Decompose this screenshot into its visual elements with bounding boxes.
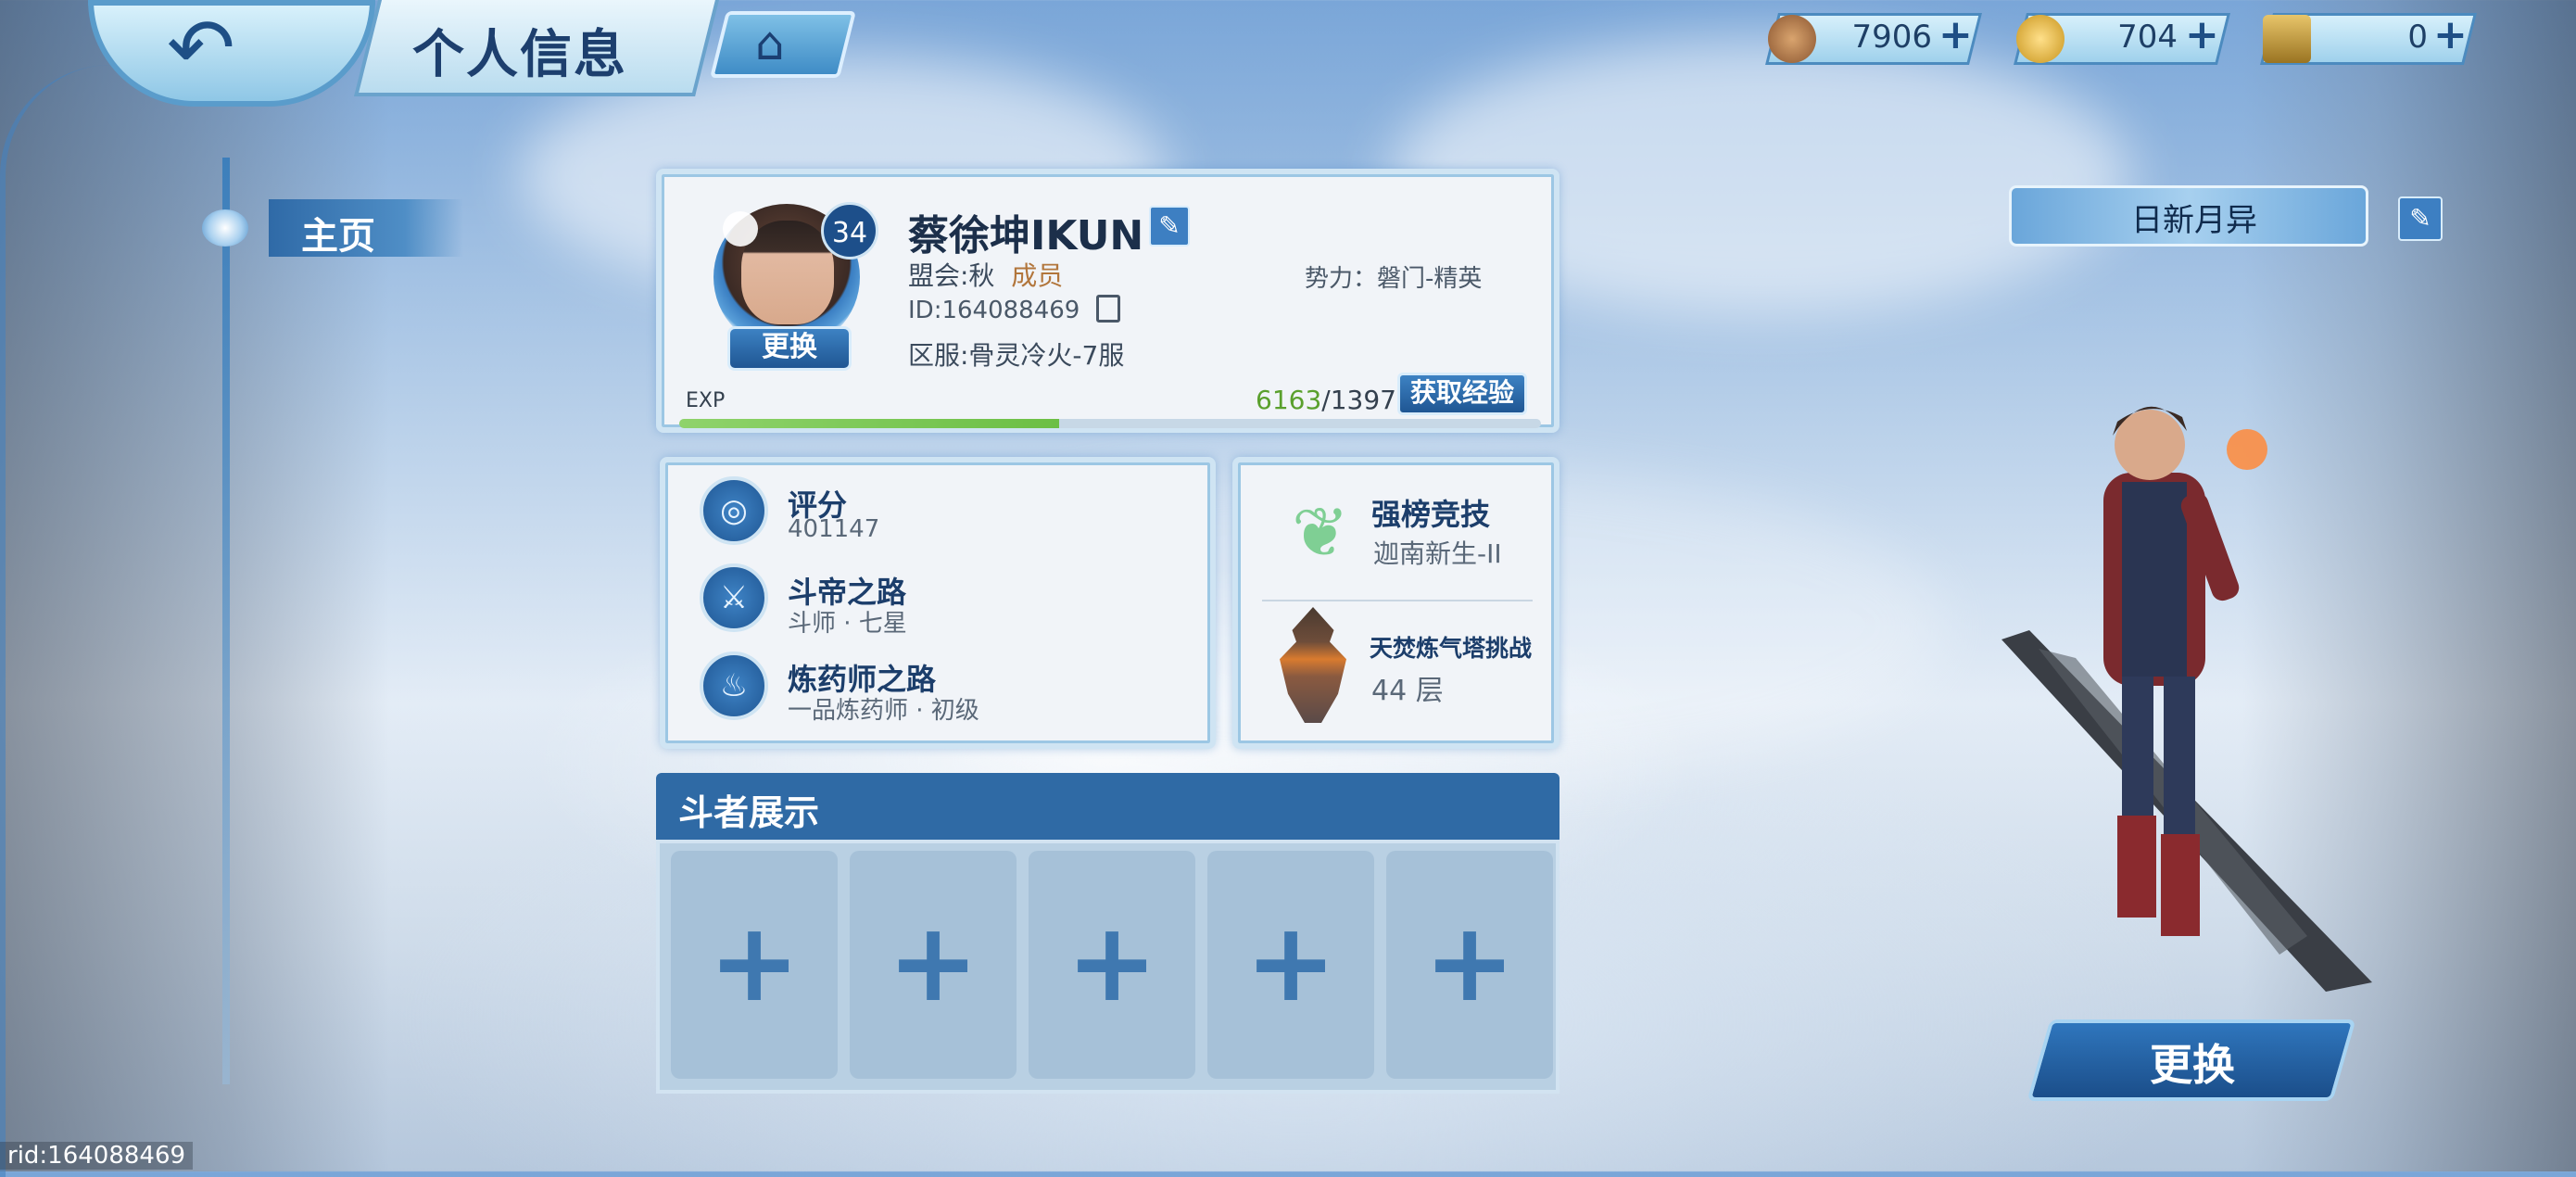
add-slot-icon: + [1244,898,1337,1026]
currency-copper-value: 7906 [1851,19,1932,56]
add-copper-button[interactable]: + [1938,11,1973,58]
add-slot-icon: + [708,898,801,1026]
add-slot-icon: + [887,898,979,1026]
nav-tab-home-label: 主页 [301,215,375,258]
tower-title[interactable]: 天焚炼气塔挑战 [1370,630,1532,664]
edit-name-button[interactable]: ✎ [1149,206,1190,247]
exp-current: 6163 [1256,385,1322,415]
page-title: 个人信息 [412,25,627,85]
character-right-boot [2161,834,2200,936]
wings-emblem-icon: ❦ [1291,493,1349,573]
add-slot-icon: + [1423,898,1516,1026]
stat-value-score: 401147 [788,515,880,543]
character-vest [2122,482,2187,677]
currency-gold-value: 704 [2117,19,2178,56]
arena-rank: 迦南新生-II [1373,538,1502,569]
stat-value-fighter: 斗师 · 七星 [788,610,907,638]
arena-title[interactable]: 强榜竞技 [1371,491,1490,534]
edit-title-button[interactable]: ✎ [2398,196,2443,241]
character-model[interactable] [1890,380,2372,992]
copy-icon[interactable] [1096,295,1120,323]
rid-label: rid:164088469 [0,1142,194,1170]
change-avatar-button[interactable]: 更换 [727,326,852,371]
back-arrow-icon: ↶ [167,0,235,95]
add-slot-icon: + [1066,898,1158,1026]
alchemist-icon[interactable]: ♨ [700,652,768,720]
character-left-boot [2117,816,2156,918]
exp-separator: / [1321,385,1331,415]
player-id: ID:164088469 [908,297,1080,324]
lotus-icon [202,209,248,247]
exp-values: 6163/13976 [1256,385,1413,415]
ticket-icon [2263,15,2311,63]
showcase-title: 斗者展示 [678,792,820,833]
character-head [2115,410,2185,480]
get-exp-button[interactable]: 获取经验 [1397,373,1527,415]
add-ticket-button[interactable]: + [2433,11,2468,58]
stat-value-alchemist: 一品炼药师 · 初级 [788,697,979,725]
avatar-highlight [723,211,758,247]
exp-progress-fill [679,419,1060,428]
flame-orb [2227,429,2267,470]
fighter-path-icon[interactable]: ⚔ [700,563,768,632]
guild-info: 盟会:秋 成员 [908,256,1063,293]
change-character-label: 更换 [2150,1040,2235,1090]
faction-text: 势力：磐门-精英 [1305,265,1483,293]
server-text: 区服:骨灵冷火-7服 [908,340,1125,371]
house-icon: ⌂ [755,17,785,70]
tower-floor: 44 层 [1371,675,1444,707]
decorative-line [222,158,230,1084]
score-icon: ◎ [700,476,768,545]
guild-name: 盟会:秋 [908,260,995,291]
exp-progress-bar [679,419,1541,428]
copper-coin-icon [1768,15,1816,63]
guild-role: 成员 [1011,260,1064,291]
currency-ticket-value: 0 [2407,19,2428,56]
arena-divider [1262,600,1533,601]
level-badge: 34 [821,202,878,259]
gold-ingot-icon [2016,15,2065,63]
exp-label: EXP [686,389,726,412]
add-gold-button[interactable]: + [2185,11,2219,58]
title-badge-text: 日新月异 [2131,202,2257,239]
player-name: 蔡徐坤IKUN [908,212,1144,259]
